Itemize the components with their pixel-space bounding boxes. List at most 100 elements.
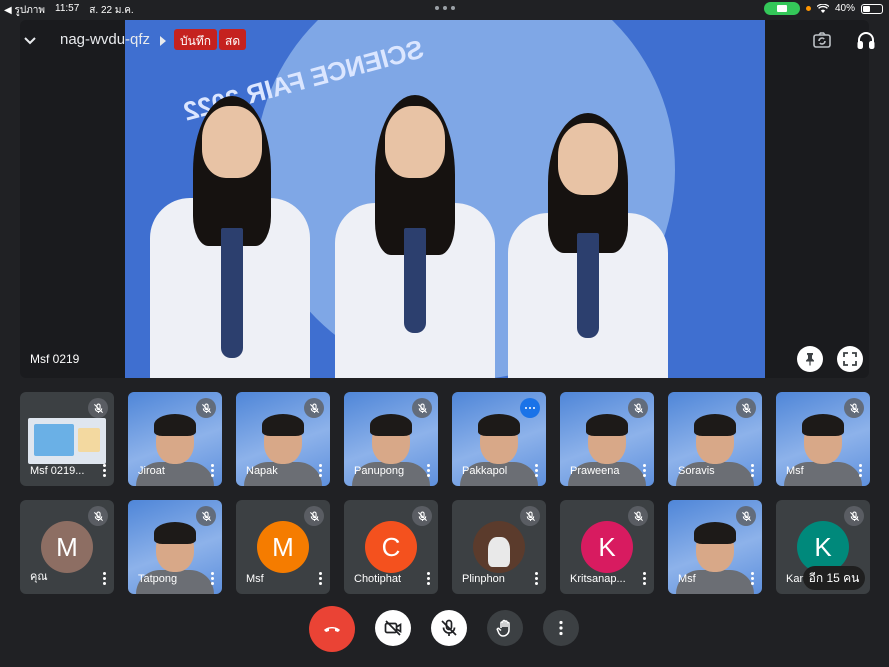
chevron-down-icon[interactable] [22, 32, 38, 48]
muted-indicator [304, 506, 324, 526]
participant-tile[interactable]: M คุณ [20, 500, 114, 594]
participant-name: Plinphon [462, 573, 505, 585]
participant-tile[interactable]: Msf [776, 392, 870, 486]
participant-tile[interactable]: Napak [236, 392, 330, 486]
speaking-indicator [520, 398, 540, 418]
participant-name: Praweena [570, 465, 620, 477]
muted-indicator [628, 506, 648, 526]
multitasking-dots-icon[interactable] [435, 6, 455, 10]
tile-more-icon[interactable] [427, 464, 431, 477]
tile-more-icon[interactable] [751, 464, 755, 477]
tile-more-icon[interactable] [427, 572, 431, 585]
hang-up-icon [324, 627, 340, 632]
tile-more-icon[interactable] [535, 464, 539, 477]
mic-off-icon [201, 403, 211, 413]
mic-off-icon [741, 511, 751, 521]
tile-more-icon[interactable] [211, 572, 215, 585]
meeting-details-arrow-icon[interactable] [160, 36, 166, 46]
more-participants-badge[interactable]: อีก 15 คน [803, 566, 865, 590]
mic-off-icon [309, 511, 319, 521]
mic-off-icon [741, 403, 751, 413]
tile-more-icon[interactable] [643, 572, 647, 585]
camera-in-use-icon[interactable] [763, 2, 800, 15]
hand-icon [496, 619, 510, 637]
tile-more-icon[interactable] [103, 464, 107, 477]
muted-indicator [736, 398, 756, 418]
participant-tile[interactable]: Pakkapol [452, 392, 546, 486]
participant-tile[interactable]: Soravis [668, 392, 762, 486]
participant-name: Jiroat [138, 465, 165, 477]
participant-tile[interactable]: Panupong [344, 392, 438, 486]
participant-name: Napak [246, 465, 278, 477]
mic-toggle-button[interactable] [431, 610, 467, 646]
muted-indicator [196, 398, 216, 418]
switch-camera-icon[interactable] [812, 30, 832, 50]
participant-avatar: M [257, 521, 309, 573]
mic-off-icon [417, 511, 427, 521]
more-vertical-icon [559, 620, 563, 636]
back-to-photos[interactable]: ◀ รูปภาพ [4, 3, 45, 18]
pin-button[interactable] [797, 346, 823, 372]
participant-name: Tatpong [138, 573, 178, 585]
pin-icon [806, 353, 814, 366]
mic-off-icon [849, 511, 859, 521]
tile-more-icon[interactable] [859, 464, 863, 477]
camera-toggle-button[interactable] [375, 610, 411, 646]
mic-off-icon [309, 403, 319, 413]
participant-tile[interactable]: C Chotiphat [344, 500, 438, 594]
tile-more-icon[interactable] [319, 572, 323, 585]
fullscreen-button[interactable] [837, 346, 863, 372]
shared-screen-thumbnail [28, 418, 106, 464]
participant-tile[interactable]: Praweena [560, 392, 654, 486]
fullscreen-icon [843, 352, 857, 366]
muted-indicator [304, 398, 324, 418]
tile-more-icon[interactable] [319, 464, 323, 477]
participant-name: Msf [786, 465, 804, 477]
more-options-button[interactable] [543, 610, 579, 646]
mic-off-icon [633, 403, 643, 413]
tile-more-icon[interactable] [535, 572, 539, 585]
student-figure [503, 78, 673, 378]
live-badge: สด [219, 29, 247, 50]
muted-indicator [88, 506, 108, 526]
tile-more-icon[interactable] [751, 572, 755, 585]
participant-tile[interactable]: Plinphon [452, 500, 546, 594]
end-call-button[interactable] [309, 606, 355, 652]
participant-name: Chotiphat [354, 573, 402, 585]
mic-off-icon [93, 511, 103, 521]
student-figure [330, 78, 500, 378]
recording-badge: บันทึก [174, 29, 217, 50]
participant-tile[interactable]: Msf [668, 500, 762, 594]
main-video-name: Msf 0219 [30, 352, 80, 366]
muted-indicator [844, 506, 864, 526]
muted-indicator [88, 398, 108, 418]
student-figure [145, 78, 315, 378]
participant-tile[interactable]: K Kritsanap... [560, 500, 654, 594]
tile-more-icon[interactable] [103, 572, 107, 585]
participant-name: Panupong [354, 465, 405, 477]
tile-more-icon[interactable] [211, 464, 215, 477]
participant-tile[interactable]: Tatpong [128, 500, 222, 594]
status-date: ส. 22 ม.ค. [89, 5, 134, 16]
mic-off-icon [633, 511, 643, 521]
participant-tile[interactable]: Msf 0219... [20, 392, 114, 486]
headphones-icon[interactable] [856, 30, 876, 50]
tile-more-icon[interactable] [643, 464, 647, 477]
status-time: 11:57 [55, 3, 80, 14]
main-video-tile[interactable]: SCIENCE FAIR 2022 Msf 0219 [20, 20, 869, 378]
muted-indicator [412, 398, 432, 418]
participant-name: Kritsanap... [570, 573, 626, 585]
mic-off-icon [849, 403, 859, 413]
participant-name: Msf [246, 573, 264, 585]
participant-name: Pakkapol [462, 465, 508, 477]
wifi-icon [816, 3, 829, 13]
meeting-code[interactable]: nag-wvdu-qfz [60, 31, 150, 48]
participant-avatar: M [41, 521, 93, 573]
participant-tile[interactable]: M Msf [236, 500, 330, 594]
raise-hand-button[interactable] [487, 610, 523, 646]
participant-tile[interactable]: Jiroat [128, 392, 222, 486]
mic-off-icon [201, 511, 211, 521]
battery-percent: 40% [834, 3, 855, 14]
mic-off-icon [525, 511, 535, 521]
participant-avatar: C [365, 521, 417, 573]
